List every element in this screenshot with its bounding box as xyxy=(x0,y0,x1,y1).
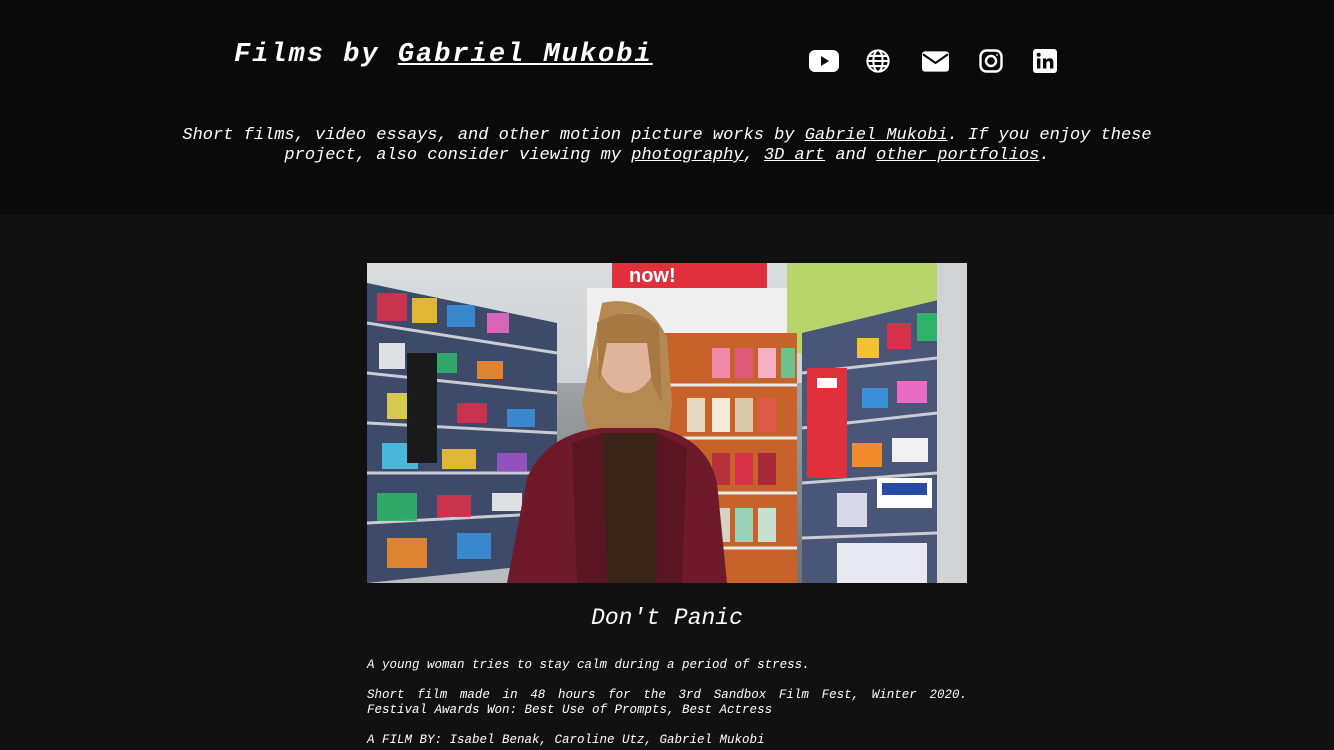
film-title: Don't Panic xyxy=(591,605,743,631)
intro-comma: , xyxy=(743,146,764,165)
social-links xyxy=(806,44,1057,78)
title-prefix: Films by xyxy=(234,40,398,70)
instagram-icon[interactable] xyxy=(979,44,1003,78)
linkedin-icon[interactable] xyxy=(1033,44,1057,78)
site-title: Films by Gabriel Mukobi xyxy=(234,40,653,70)
globe-icon[interactable] xyxy=(866,44,890,78)
film-logline: A young woman tries to stay calm during … xyxy=(367,658,810,672)
intro-text: Short films, video essays, and other mot… xyxy=(150,126,1184,166)
film-awards-line: Festival Awards Won: Best Use of Prompts… xyxy=(367,703,773,717)
envelope-icon[interactable] xyxy=(922,44,949,78)
youtube-icon[interactable] xyxy=(806,44,841,78)
intro-period: . xyxy=(1039,146,1050,165)
3d-art-link[interactable]: 3D art xyxy=(764,146,825,165)
intro-and: and xyxy=(825,146,877,165)
store-sign-text: now! xyxy=(629,265,676,287)
film-thumbnail[interactable]: now! xyxy=(367,263,967,583)
other-portfolios-link[interactable]: other portfolios xyxy=(876,146,1039,165)
title-name-link[interactable]: Gabriel Mukobi xyxy=(398,40,653,70)
store-aisle-scene: now! xyxy=(367,263,967,583)
intro-part1: Short films, video essays, and other mot… xyxy=(182,126,805,145)
site-header: Films by Gabriel Mukobi Short films, vid… xyxy=(0,0,1334,215)
intro-name-link[interactable]: Gabriel Mukobi xyxy=(805,126,948,145)
film-made-line: Short film made in 48 hours for the 3rd … xyxy=(367,688,967,702)
film-credits-line: A FILM BY: Isabel Benak, Caroline Utz, G… xyxy=(367,733,765,747)
photography-link[interactable]: photography xyxy=(631,146,743,165)
